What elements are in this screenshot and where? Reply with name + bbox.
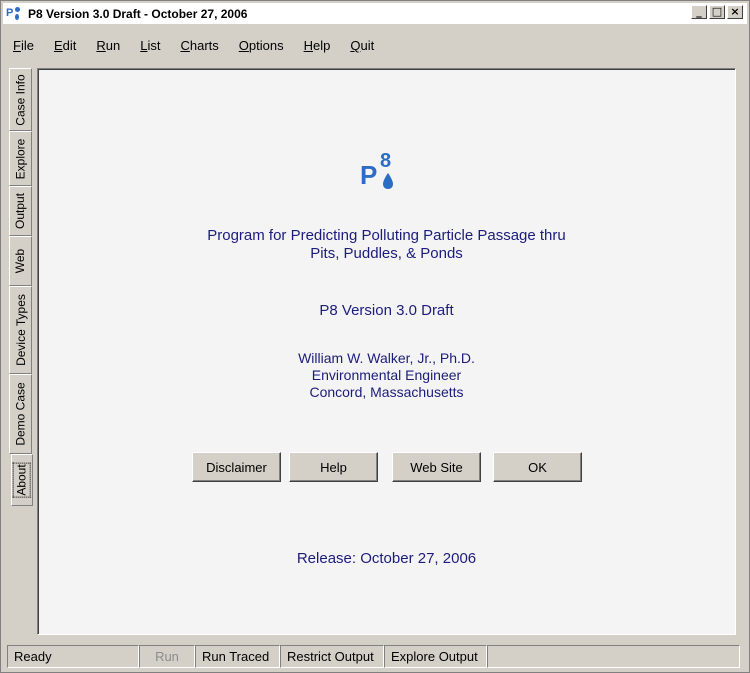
p8-app-icon[interactable]: P xyxy=(6,6,22,22)
web-site-button[interactable]: Web Site xyxy=(392,452,481,482)
title-bar[interactable]: P P8 Version 3.0 Draft - October 27, 200… xyxy=(3,3,747,24)
tab-case-info[interactable]: Case Info xyxy=(9,68,32,131)
version-text: P8 Version 3.0 Draft xyxy=(319,302,454,319)
disclaimer-button[interactable]: Disclaimer xyxy=(192,452,281,482)
status-bar: Ready Run Run Traced Restrict Output Exp… xyxy=(7,645,740,668)
tab-output[interactable]: Output xyxy=(9,186,32,236)
run-traced-button[interactable]: Run Traced xyxy=(195,645,280,668)
p8-logo-icon: P 8 xyxy=(360,150,393,190)
window-title: P8 Version 3.0 Draft - October 27, 2006 xyxy=(28,6,248,21)
author-block: William W. Walker, Jr., Ph.D. Environmen… xyxy=(38,350,735,401)
tab-about[interactable]: About xyxy=(11,454,33,506)
author-name: William W. Walker, Jr., Ph.D. xyxy=(298,350,475,366)
status-ready: Ready xyxy=(7,645,139,668)
run-status-button[interactable]: Run xyxy=(139,645,195,668)
menu-list[interactable]: List xyxy=(130,35,170,57)
status-empty-cell xyxy=(487,645,740,668)
menu-edit[interactable]: Edit xyxy=(44,35,86,57)
logo-letter: P xyxy=(360,160,377,190)
help-button[interactable]: Help xyxy=(289,452,378,482)
explore-output-button[interactable]: Explore Output xyxy=(384,645,487,668)
program-description: Program for Predicting Polluting Particl… xyxy=(38,227,735,263)
about-panel: P 8 Program for Predicting Polluting Par… xyxy=(37,68,736,635)
maximize-button[interactable]: □ xyxy=(709,5,725,19)
tab-demo-case[interactable]: Demo Case xyxy=(9,374,32,454)
minimize-button[interactable]: _ xyxy=(691,5,707,19)
restrict-output-button[interactable]: Restrict Output xyxy=(280,645,384,668)
release-date: Release: October 27, 2006 xyxy=(296,550,477,567)
logo-number: 8 xyxy=(380,150,391,172)
menu-bar: File Edit Run List Charts Options Help Q… xyxy=(3,35,384,57)
about-button-row: Disclaimer Help Web Site OK xyxy=(192,452,582,482)
menu-help[interactable]: Help xyxy=(294,35,341,57)
window-controls: _ □ × xyxy=(691,5,743,19)
ok-button[interactable]: OK xyxy=(493,452,582,482)
menu-run[interactable]: Run xyxy=(86,35,130,57)
menu-file[interactable]: File xyxy=(3,35,44,57)
app-window: P P8 Version 3.0 Draft - October 27, 200… xyxy=(0,0,750,673)
program-title-line1: Program for Predicting Polluting Particl… xyxy=(207,227,566,244)
close-button[interactable]: × xyxy=(727,5,743,19)
tab-device-types[interactable]: Device Types xyxy=(9,286,32,374)
menu-quit[interactable]: Quit xyxy=(340,35,384,57)
program-title-line2: Pits, Puddles, & Ponds xyxy=(310,245,463,262)
tab-explore[interactable]: Explore xyxy=(9,131,32,186)
menu-charts[interactable]: Charts xyxy=(170,35,228,57)
menu-options[interactable]: Options xyxy=(229,35,294,57)
author-location: Concord, Massachusetts xyxy=(309,384,464,400)
tab-web[interactable]: Web xyxy=(9,236,32,286)
author-title: Environmental Engineer xyxy=(311,367,462,383)
